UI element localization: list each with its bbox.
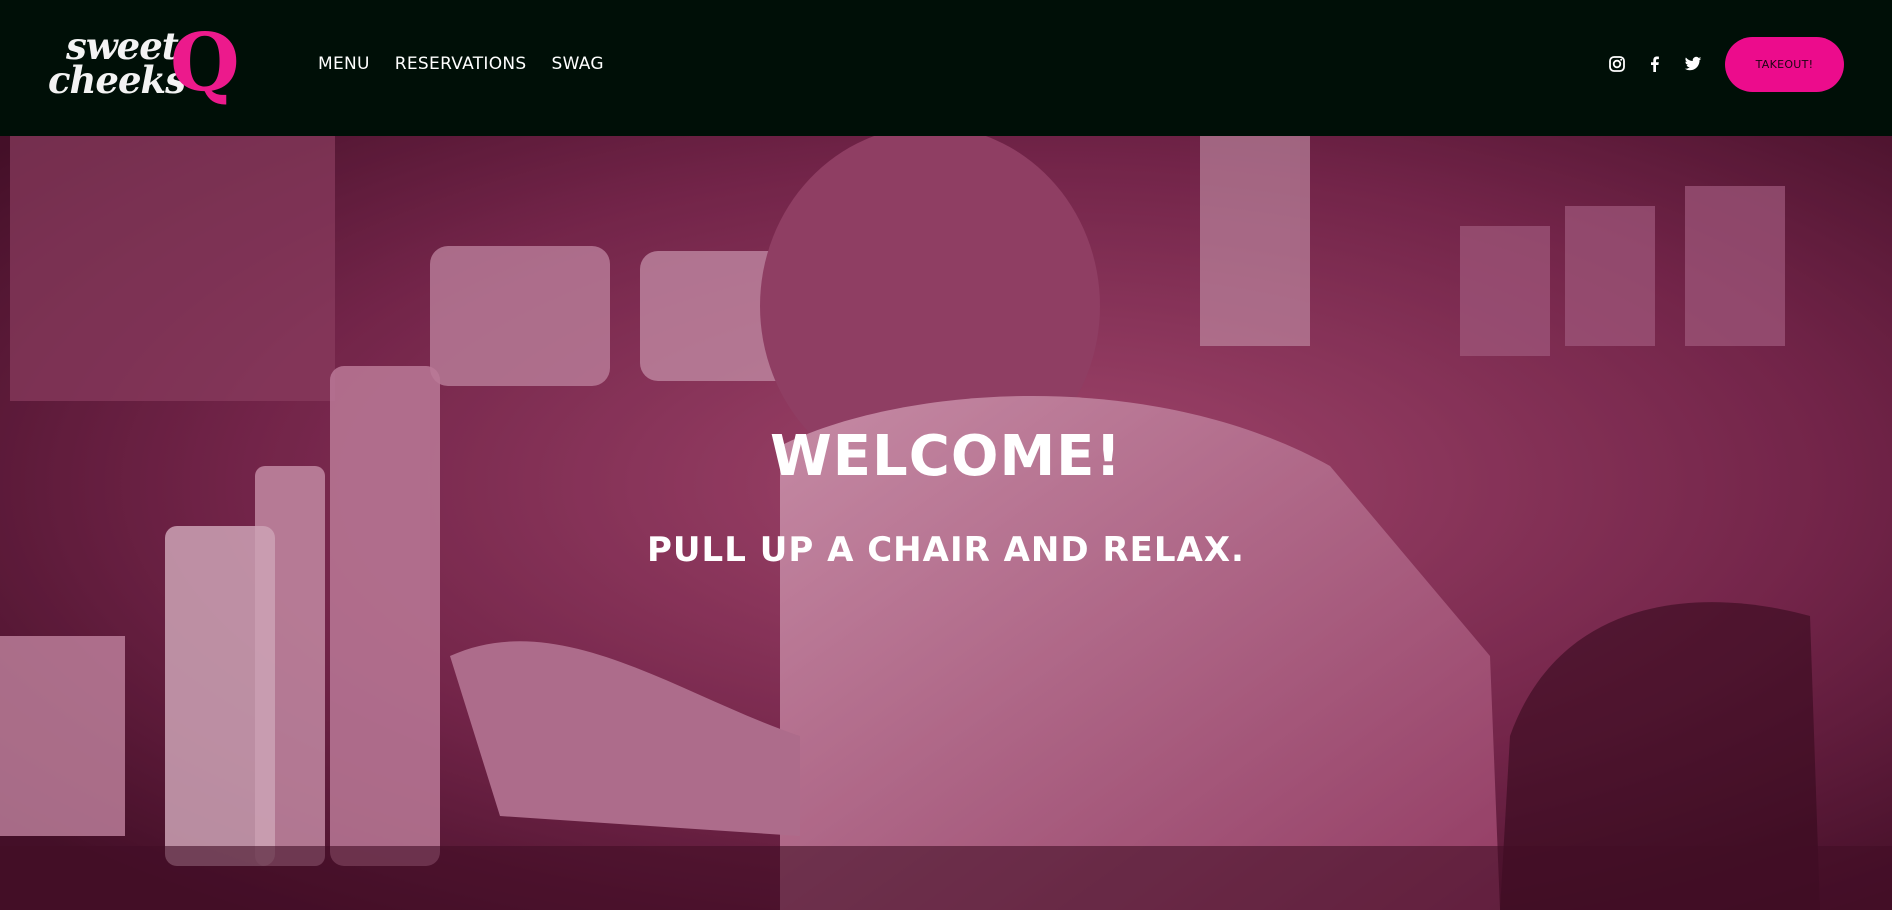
hero-section: WELCOME! PULL UP A CHAIR AND RELAX.	[0, 136, 1892, 910]
twitter-icon[interactable]	[1684, 55, 1702, 73]
takeout-button[interactable]: TAKEOUT!	[1725, 37, 1844, 92]
main-nav: MENU RESERVATIONS SWAG	[318, 54, 604, 74]
nav-item-swag[interactable]: SWAG	[552, 54, 604, 74]
logo-mark: Q	[170, 15, 240, 109]
facebook-icon[interactable]	[1646, 55, 1664, 73]
instagram-icon[interactable]	[1608, 55, 1626, 73]
nav-item-menu[interactable]: MENU	[318, 54, 370, 74]
site-header: sweet cheeks Q MENU RESERVATIONS SWAG TA…	[0, 0, 1892, 136]
logo-line2: cheeks	[48, 58, 186, 102]
nav-item-reservations[interactable]: RESERVATIONS	[395, 54, 527, 74]
hero-background-image	[0, 136, 1892, 910]
hero-subtitle: PULL UP A CHAIR AND RELAX.	[647, 530, 1245, 570]
hero-title: WELCOME!	[770, 424, 1122, 489]
social-links	[1608, 55, 1702, 73]
logo[interactable]: sweet cheeks Q	[46, 22, 242, 110]
